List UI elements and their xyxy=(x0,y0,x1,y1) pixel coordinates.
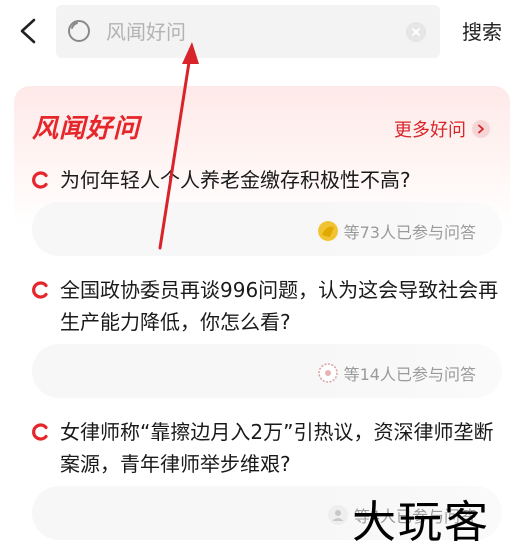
answer-bar[interactable]: 等14人已参与问答 xyxy=(32,344,502,398)
watermark-text: 大玩客 xyxy=(352,497,490,548)
more-questions-link[interactable]: 更多好问 xyxy=(394,116,490,142)
chevron-right-icon xyxy=(472,120,490,138)
c-logo-icon xyxy=(32,423,48,441)
avatar xyxy=(327,505,348,525)
participants-count: 等73人已参与问答 xyxy=(343,223,476,242)
clear-icon[interactable] xyxy=(406,22,426,42)
c-logo-icon xyxy=(32,171,48,189)
top-bar: 搜索 xyxy=(0,0,516,64)
question-item[interactable]: 女律师称“靠擦边月入2万”引热议，资深律师垄断案源，青年律师举步维艰? 等4人已… xyxy=(32,416,502,540)
question-item[interactable]: 为何年轻人个人养老金缴存积极性不高? 等73人已参与问答 xyxy=(32,164,502,256)
question-item[interactable]: 全国政协委员再谈996问题，认为这会导致社会再生产能力降低，你怎么看? 等14人… xyxy=(32,274,502,398)
search-box[interactable] xyxy=(56,5,440,58)
avatar xyxy=(317,221,338,241)
question-title: 女律师称“靠擦边月入2万”引热议，资深律师垄断案源，青年律师举步维艰? xyxy=(60,420,494,476)
question-title: 全国政协委员再谈996问题，认为这会导致社会再生产能力降低，你怎么看? xyxy=(60,278,499,334)
search-button[interactable]: 搜索 xyxy=(462,16,502,45)
search-input[interactable] xyxy=(106,17,396,47)
answer-bar[interactable]: 等73人已参与问答 xyxy=(32,202,502,256)
participants-count: 等14人已参与问答 xyxy=(343,365,476,384)
section-brand-title: 风闻好问 xyxy=(32,114,141,144)
avatar xyxy=(317,363,338,383)
question-title: 为何年轻人个人养老金缴存积极性不高? xyxy=(60,168,411,192)
back-chevron-icon[interactable] xyxy=(14,16,42,46)
c-logo-icon xyxy=(32,281,48,299)
more-questions-label: 更多好问 xyxy=(394,120,466,141)
search-icon xyxy=(68,20,90,42)
